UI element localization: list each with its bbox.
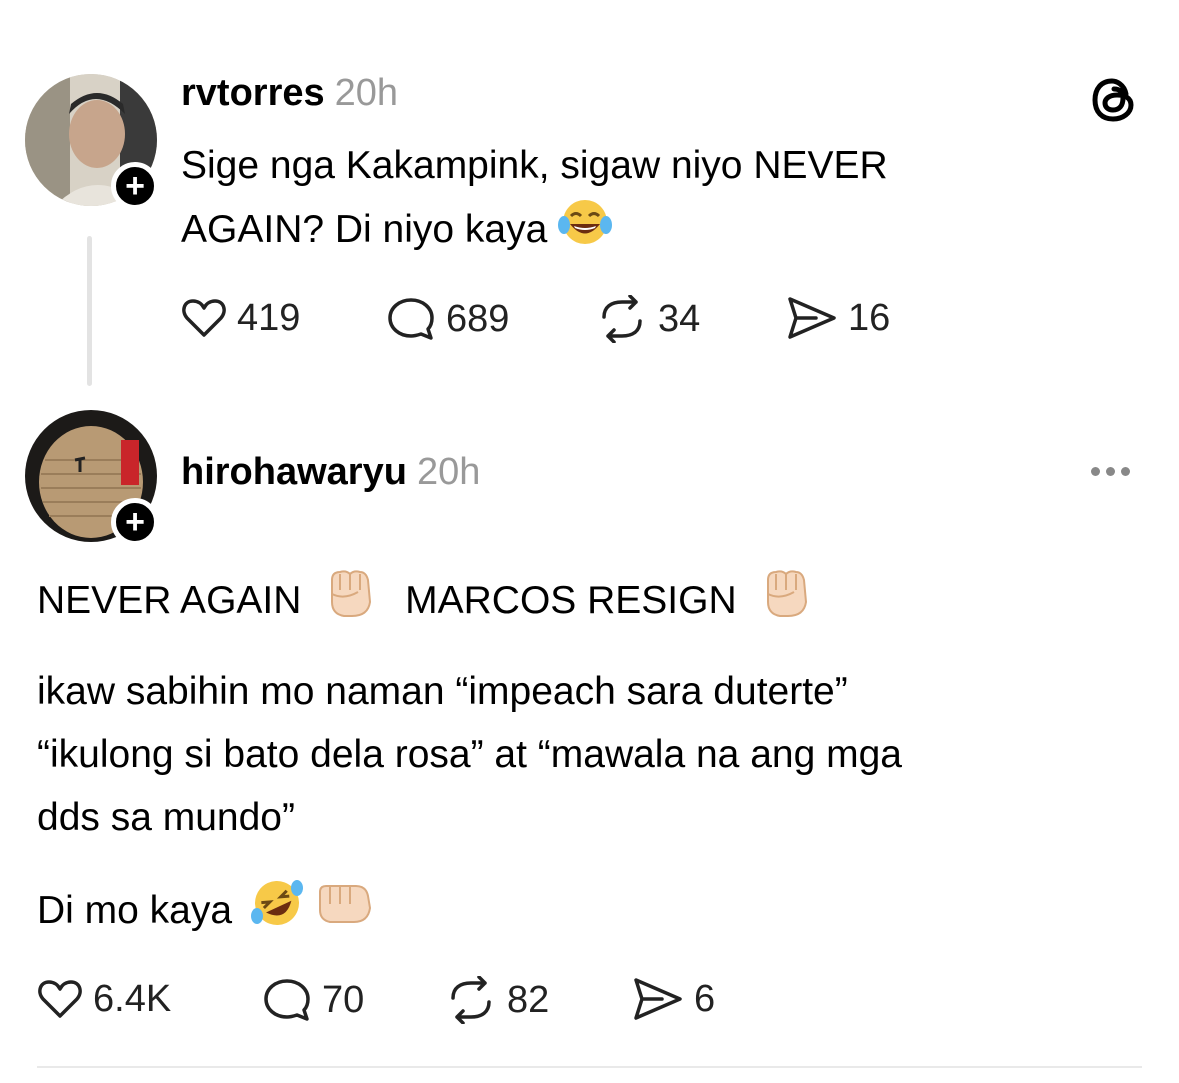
like-count: 419 <box>237 296 301 339</box>
divider <box>37 1066 1142 1068</box>
post-text-line: Di mo kaya <box>37 876 374 949</box>
repost-icon <box>451 976 491 1024</box>
post-text-line: AGAIN? Di niyo kaya <box>181 197 888 266</box>
more-options-icon[interactable] <box>1088 463 1133 481</box>
repost-count: 82 <box>507 978 550 1021</box>
raised-fist-emoji <box>324 566 376 639</box>
reply-count: 70 <box>322 978 365 1021</box>
share-button[interactable]: 16 <box>786 295 890 341</box>
reply-icon <box>388 298 434 340</box>
reply-count: 689 <box>446 297 510 340</box>
repost-icon <box>602 295 642 343</box>
rolling-laughing-emoji <box>249 876 305 949</box>
pointing-fist-emoji <box>316 878 374 947</box>
timestamp: 20h <box>416 451 481 493</box>
post-text-line: dds sa mundo” <box>37 796 295 839</box>
reply-button[interactable]: 70 <box>262 976 364 1024</box>
heart-icon <box>38 980 82 1018</box>
send-icon <box>788 297 836 339</box>
share-count: 16 <box>848 296 891 339</box>
like-count: 6.4K <box>93 977 172 1020</box>
follow-button[interactable]: + <box>111 162 159 210</box>
post-header: rvtorres 20h <box>181 72 398 115</box>
share-count: 6 <box>694 977 716 1020</box>
laughing-emoji <box>558 197 613 266</box>
post-paragraph: ikaw sabihin mo naman “impeach sara dute… <box>37 660 902 849</box>
reply-button[interactable]: 689 <box>386 295 509 343</box>
send-icon <box>634 978 682 1020</box>
raised-fist-emoji <box>760 566 812 639</box>
post-header: hirohawaryu 20h <box>181 451 480 494</box>
reply-icon <box>264 979 310 1021</box>
post-text-line: ikaw sabihin mo naman “impeach sara dute… <box>37 670 848 713</box>
like-button[interactable]: 6.4K <box>37 976 171 1022</box>
repost-button[interactable]: 34 <box>596 295 700 343</box>
repost-count: 34 <box>658 297 701 340</box>
repost-button[interactable]: 82 <box>445 976 549 1024</box>
username[interactable]: rvtorres <box>181 72 325 114</box>
post-text: Sige nga Kakampink, sigaw niyo NEVER AGA… <box>181 134 888 266</box>
threads-logo-icon[interactable] <box>1086 72 1142 128</box>
like-button[interactable]: 419 <box>181 295 300 341</box>
thread-line <box>87 236 92 386</box>
post-text-line: Sige nga Kakampink, sigaw niyo NEVER <box>181 144 888 187</box>
heart-icon <box>182 299 226 337</box>
post-text-line: “ikulong si bato dela rosa” at “mawala n… <box>37 733 902 776</box>
username[interactable]: hirohawaryu <box>181 451 407 493</box>
post-text-line: NEVER AGAIN MARCOS RESIGN <box>37 566 812 639</box>
timestamp: 20h <box>334 72 399 114</box>
follow-button[interactable]: + <box>111 498 159 546</box>
share-button[interactable]: 6 <box>632 976 715 1022</box>
